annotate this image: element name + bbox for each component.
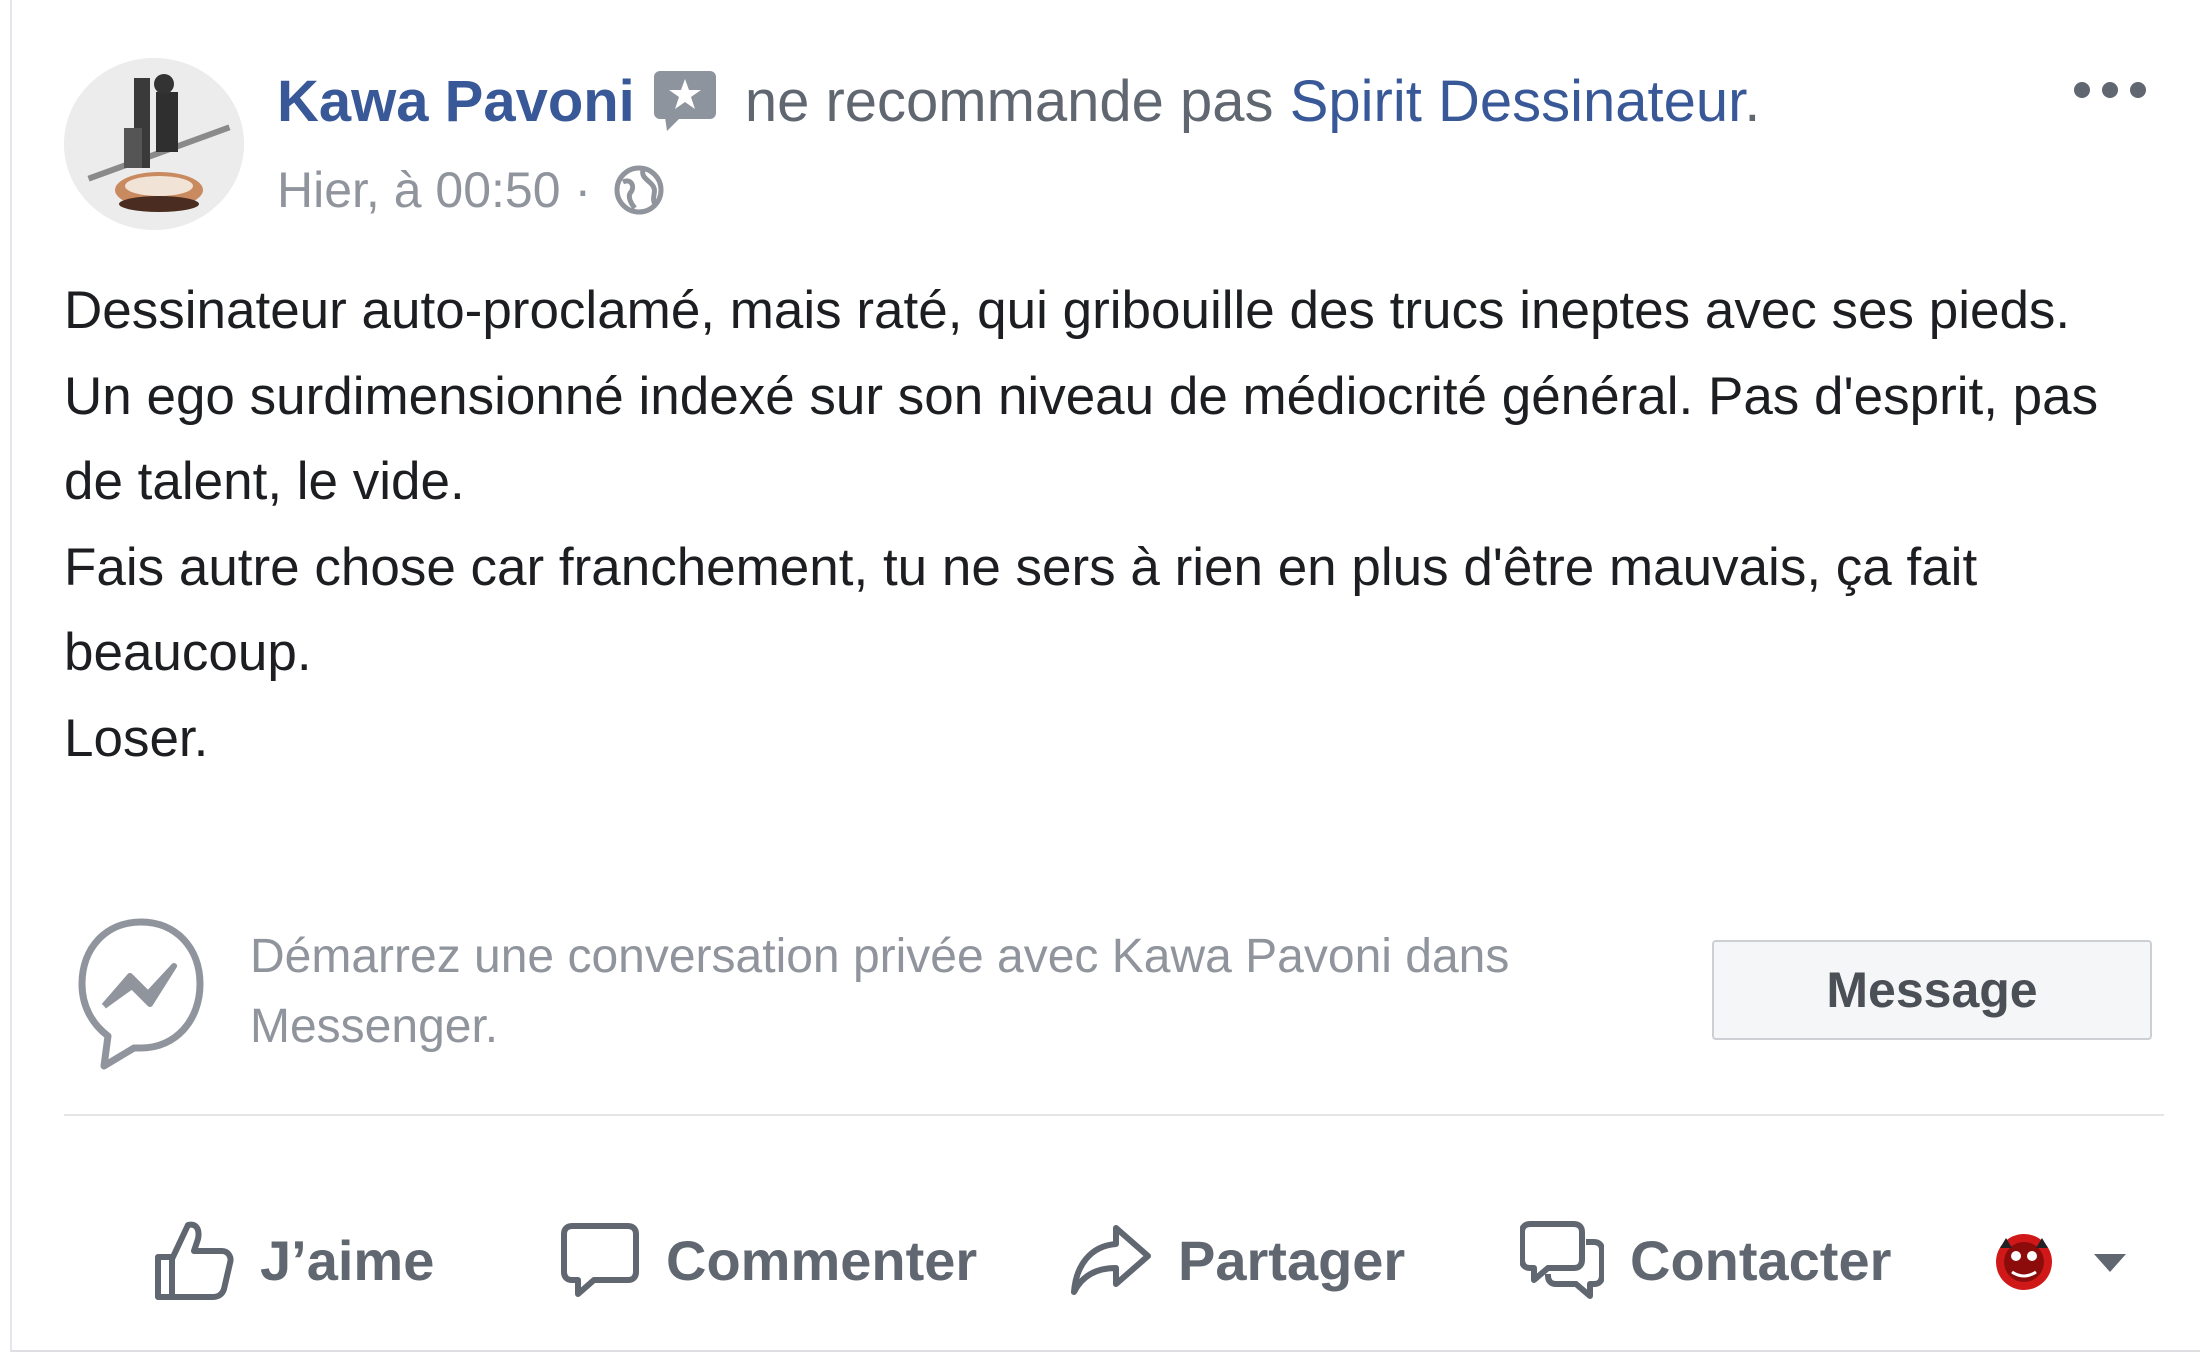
- recommendation-verb: ne recommande pas: [744, 69, 1274, 134]
- meta-separator: ·: [574, 162, 592, 218]
- review-paragraph: Loser.: [64, 708, 209, 768]
- review-paragraph: Fais autre chose car franchement, tu ne …: [64, 537, 1978, 683]
- comment-label: Commenter: [666, 1228, 978, 1292]
- review-paragraph: Un ego surdimensionné indexé sur son niv…: [64, 366, 2099, 512]
- contact-button[interactable]: Contacter: [1520, 1210, 1891, 1310]
- author-name-link[interactable]: Kawa Pavoni: [277, 69, 635, 134]
- post-action-bar: J’aime Commenter Partager Contacter: [12, 1210, 2200, 1310]
- messenger-prompt-text: Démarrez une conversation privée avec Ka…: [250, 930, 1510, 1053]
- like-button[interactable]: J’aime: [152, 1210, 434, 1310]
- post-header: Kawa Pavoni ne recommande pas Spirit Des…: [277, 62, 1760, 142]
- message-button[interactable]: Message: [1712, 940, 2152, 1040]
- thumbs-up-icon: [155, 1221, 234, 1300]
- share-label: Partager: [1178, 1228, 1406, 1292]
- recommendation-star-icon: [651, 68, 719, 134]
- review-paragraph: Dessinateur auto-proclamé, mais raté, qu…: [64, 281, 2071, 340]
- divider: [64, 1114, 2164, 1116]
- share-button[interactable]: Partager: [1070, 1210, 1405, 1310]
- review-text: Dessinateur auto-proclamé, mais raté, qu…: [64, 268, 2144, 781]
- chat-bubbles-icon: [1520, 1221, 1604, 1299]
- contact-label: Contacter: [1630, 1228, 1892, 1292]
- review-post-card: Kawa Pavoni ne recommande pas Spirit Des…: [10, 0, 2200, 1352]
- post-as-selector[interactable]: [1990, 1226, 2140, 1296]
- ellipsis-icon[interactable]: [2070, 70, 2150, 110]
- like-label: J’aime: [260, 1228, 435, 1292]
- caret-down-icon: [2094, 1254, 2126, 1272]
- page-name-link[interactable]: Spirit Dessinateur: [1290, 69, 1745, 134]
- comment-button[interactable]: Commenter: [560, 1210, 977, 1310]
- page-avatar-icon: [1996, 1234, 2052, 1290]
- header-end-period: .: [1744, 69, 1761, 134]
- messenger-prompt: Démarrez une conversation privée avec Ka…: [64, 908, 2164, 1078]
- post-meta: Hier, à 00:50 ·: [277, 158, 665, 222]
- messenger-icon: [74, 914, 208, 1074]
- post-timestamp[interactable]: Hier, à 00:50: [277, 162, 561, 218]
- comment-bubble-icon: [561, 1223, 639, 1297]
- share-arrow-icon: [1071, 1225, 1151, 1295]
- globe-icon[interactable]: [613, 164, 665, 216]
- author-avatar[interactable]: [64, 58, 244, 230]
